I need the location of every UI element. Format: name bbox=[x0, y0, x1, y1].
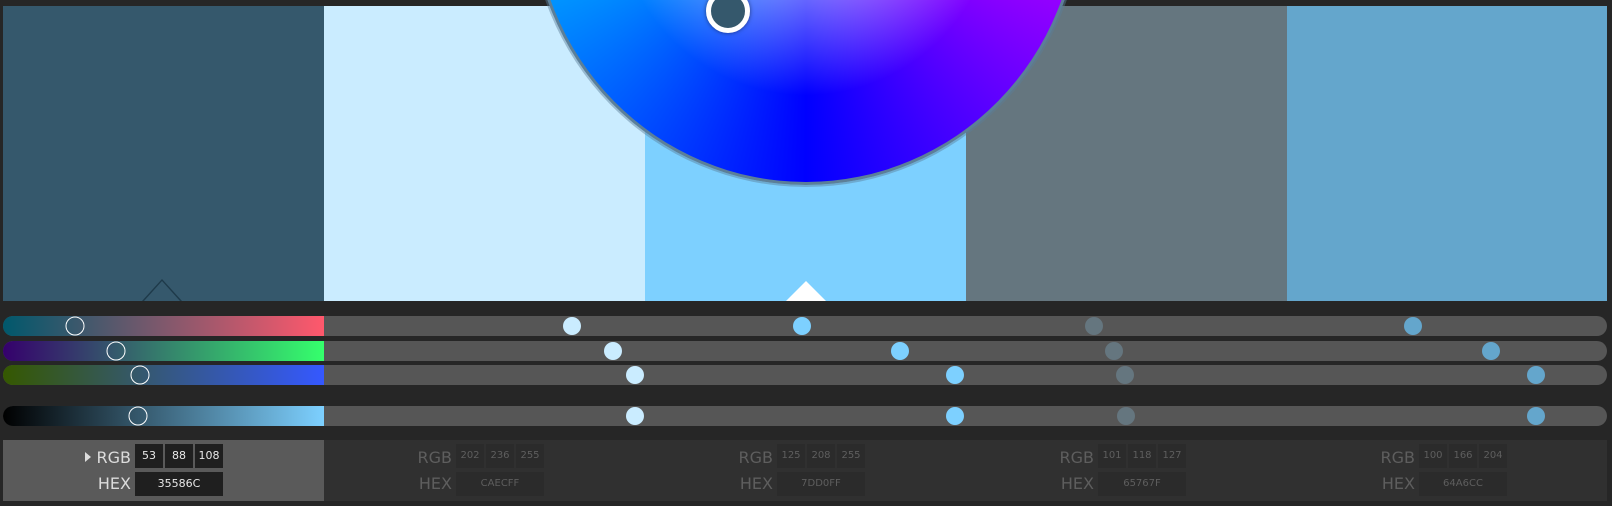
b-handle-2[interactable] bbox=[626, 366, 644, 384]
brightness-slider[interactable] bbox=[3, 406, 1607, 426]
b-value[interactable]: 255 bbox=[516, 444, 544, 468]
g-handle-4[interactable] bbox=[1105, 342, 1123, 360]
g-value[interactable]: 118 bbox=[1128, 444, 1156, 468]
brightness-handle-4[interactable] bbox=[1117, 407, 1135, 425]
g-value[interactable]: 166 bbox=[1449, 444, 1477, 468]
hex-label: HEX bbox=[1060, 474, 1094, 493]
hex-value[interactable]: 64A6CC bbox=[1419, 472, 1507, 496]
rgb-label: RGB bbox=[96, 448, 132, 467]
rgb-label: RGB bbox=[417, 448, 453, 467]
color-values-panel-1[interactable]: RGB 53 88 108 HEX 35586C bbox=[3, 440, 324, 501]
r-handle-2[interactable] bbox=[563, 317, 581, 335]
g-handle-3[interactable] bbox=[891, 342, 909, 360]
color-palette-editor: RGB 53 88 108 HEX 35586C RGB 202 236 255… bbox=[0, 0, 1612, 506]
hex-value[interactable]: 7DD0FF bbox=[777, 472, 865, 496]
r-handle-4[interactable] bbox=[1085, 317, 1103, 335]
color-values-panel-2[interactable]: RGB 202 236 255 HEX CAECFF bbox=[324, 440, 645, 501]
r-value[interactable]: 125 bbox=[777, 444, 805, 468]
color-values-panel-3[interactable]: RGB 125 208 255 HEX 7DD0FF bbox=[645, 440, 966, 501]
swatch-5[interactable] bbox=[1287, 6, 1607, 301]
g-channel-slider[interactable] bbox=[3, 341, 1607, 361]
g-channel-gradient bbox=[3, 341, 324, 361]
g-value[interactable]: 88 bbox=[165, 444, 193, 468]
brightness-handle-3[interactable] bbox=[946, 407, 964, 425]
hex-label: HEX bbox=[739, 474, 773, 493]
color-values-panel-5[interactable]: RGB 100 166 204 HEX 64A6CC bbox=[1287, 440, 1607, 501]
b-handle-3[interactable] bbox=[946, 366, 964, 384]
b-value[interactable]: 108 bbox=[195, 444, 223, 468]
brightness-gradient bbox=[3, 406, 324, 426]
hex-label: HEX bbox=[97, 474, 131, 493]
b-value[interactable]: 204 bbox=[1479, 444, 1507, 468]
g-handle-5[interactable] bbox=[1482, 342, 1500, 360]
r-handle-3[interactable] bbox=[793, 317, 811, 335]
g-value[interactable]: 208 bbox=[807, 444, 835, 468]
r-channel-gradient bbox=[3, 316, 324, 336]
r-handle-1[interactable] bbox=[65, 316, 85, 336]
swatch-1[interactable] bbox=[3, 6, 324, 301]
selected-swatch-marker-icon[interactable] bbox=[786, 281, 826, 301]
base-color-marker-inner bbox=[144, 281, 180, 301]
hex-value[interactable]: 65767F bbox=[1098, 472, 1186, 496]
b-handle-5[interactable] bbox=[1527, 366, 1545, 384]
hex-value[interactable]: CAECFF bbox=[456, 472, 544, 496]
r-value[interactable]: 100 bbox=[1419, 444, 1447, 468]
g-handle-1[interactable] bbox=[106, 341, 126, 361]
hex-label: HEX bbox=[1381, 474, 1415, 493]
r-value[interactable]: 202 bbox=[456, 444, 484, 468]
r-value[interactable]: 53 bbox=[135, 444, 163, 468]
rgb-label: RGB bbox=[1059, 448, 1095, 467]
b-value[interactable]: 255 bbox=[837, 444, 865, 468]
hex-label: HEX bbox=[418, 474, 452, 493]
g-value[interactable]: 236 bbox=[486, 444, 514, 468]
r-handle-5[interactable] bbox=[1404, 317, 1422, 335]
r-value[interactable]: 101 bbox=[1098, 444, 1126, 468]
b-handle-1[interactable] bbox=[130, 365, 150, 385]
rgb-label: RGB bbox=[1380, 448, 1416, 467]
b-handle-4[interactable] bbox=[1116, 366, 1134, 384]
brightness-handle-1[interactable] bbox=[128, 406, 148, 426]
brightness-handle-5[interactable] bbox=[1527, 407, 1545, 425]
b-channel-gradient bbox=[3, 365, 324, 385]
g-handle-2[interactable] bbox=[604, 342, 622, 360]
b-value[interactable]: 127 bbox=[1158, 444, 1186, 468]
b-channel-slider[interactable] bbox=[3, 365, 1607, 385]
rgb-label: RGB bbox=[738, 448, 774, 467]
brightness-handle-2[interactable] bbox=[626, 407, 644, 425]
color-values-bar: RGB 53 88 108 HEX 35586C RGB 202 236 255… bbox=[3, 440, 1607, 501]
color-values-panel-4[interactable]: RGB 101 118 127 HEX 65767F bbox=[966, 440, 1287, 501]
hex-value[interactable]: 35586C bbox=[135, 472, 223, 496]
